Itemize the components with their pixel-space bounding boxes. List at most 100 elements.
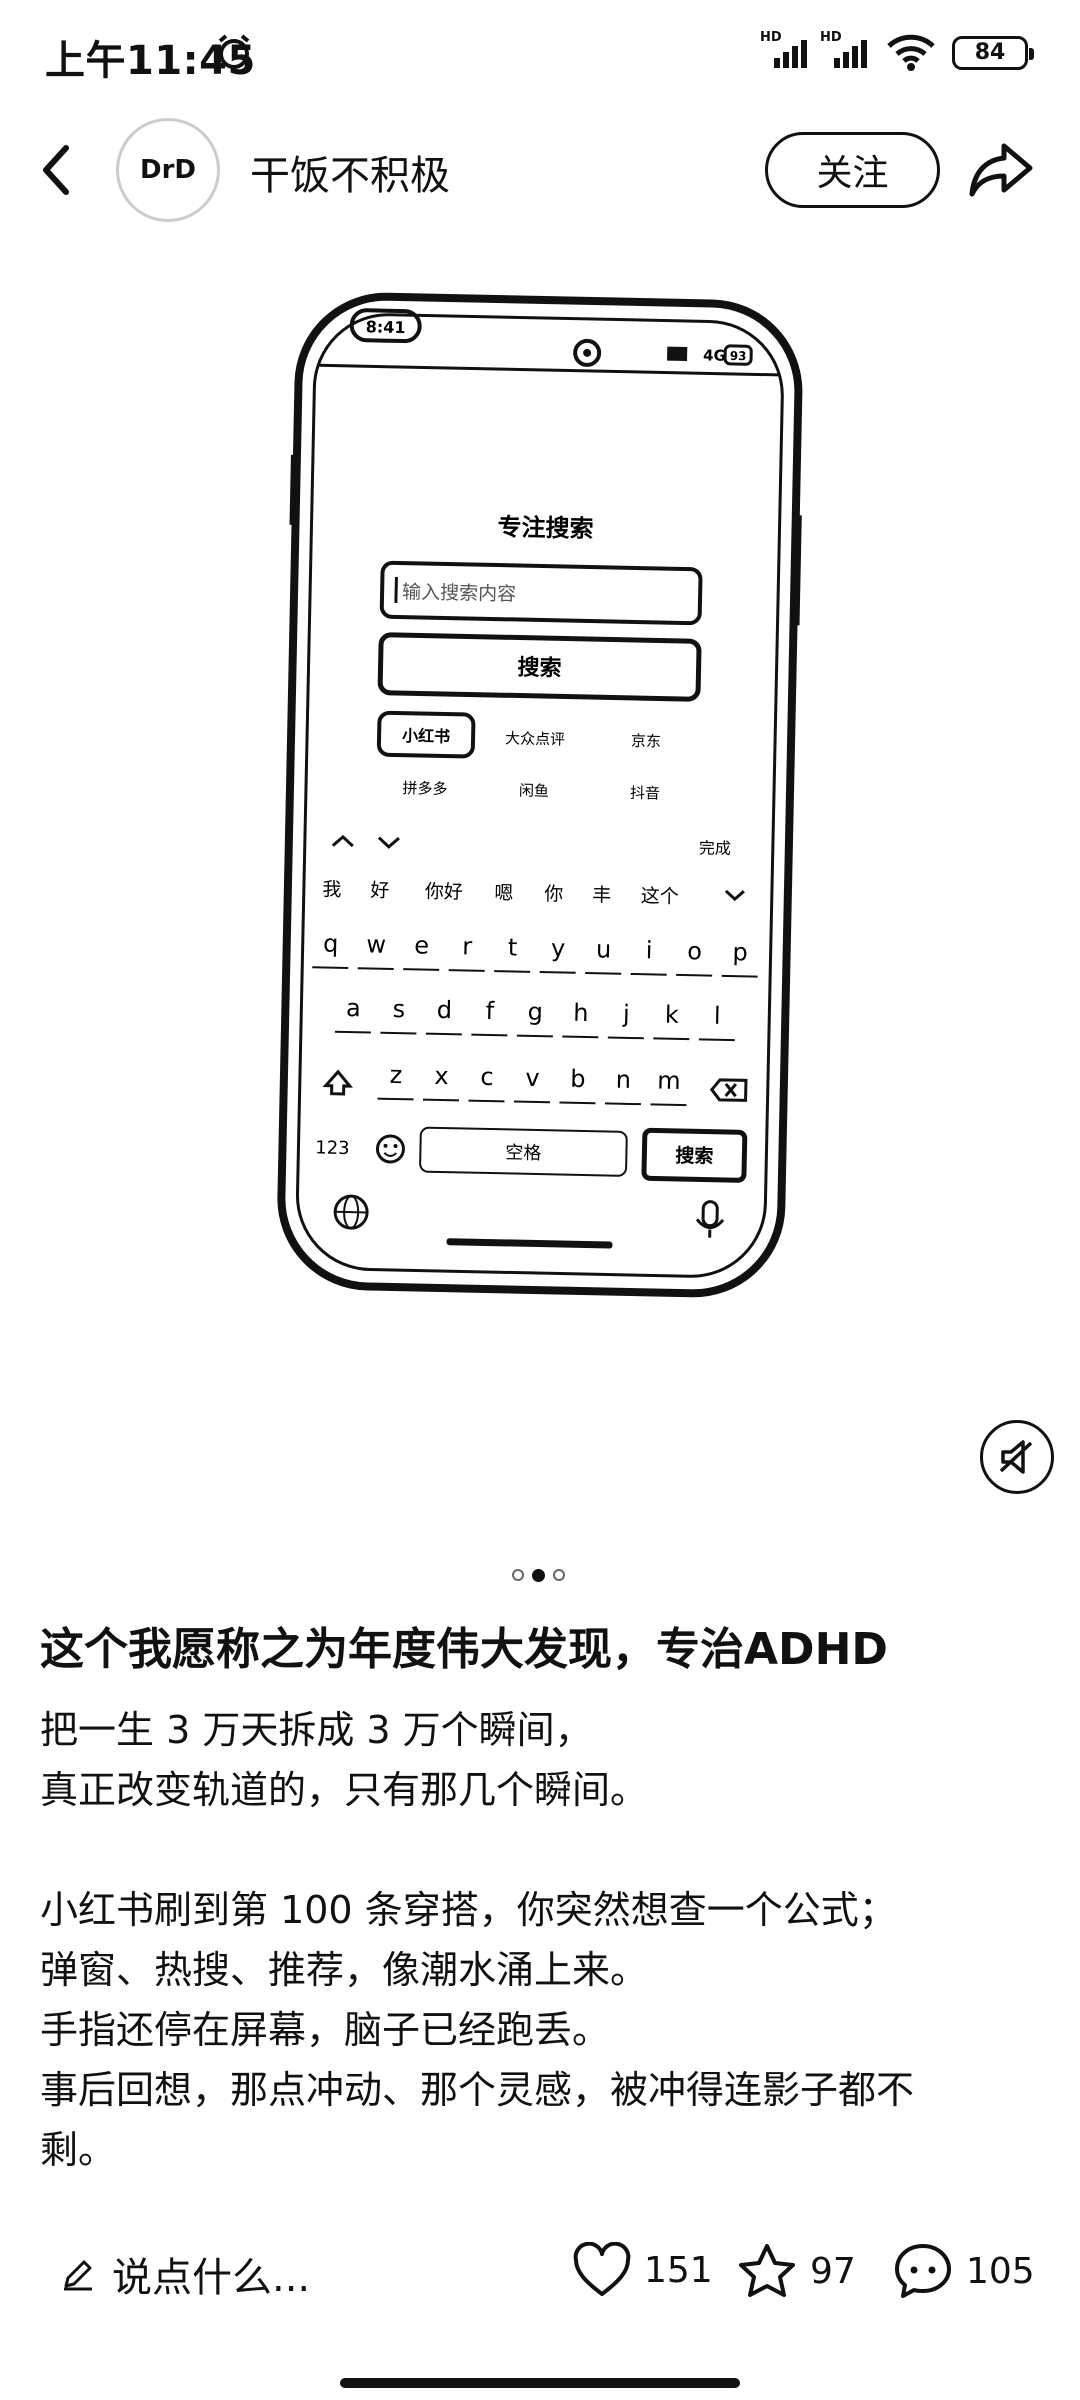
candidate-word: 好: [370, 879, 389, 901]
keyboard-key: v: [525, 1064, 540, 1092]
key-underline: [448, 969, 485, 972]
platform-chip: 京东: [631, 732, 661, 751]
platform-chip: 小红书: [402, 726, 450, 746]
key-underline: [516, 1034, 553, 1038]
key-underline: [471, 1033, 508, 1037]
key-underline: [559, 1101, 596, 1105]
keyboard-key: e: [414, 931, 429, 959]
keyboard-key: m: [657, 1067, 681, 1095]
keyboard-key: u: [596, 935, 612, 963]
key-underline: [562, 1035, 599, 1039]
key-underline: [377, 1097, 414, 1101]
key-underline: [357, 967, 394, 970]
mock-battery: 93: [730, 349, 747, 363]
platform-chip: 大众点评: [505, 729, 565, 748]
key-underline: [425, 1032, 462, 1036]
keyboard-key: y: [551, 934, 566, 962]
app-title: 专注搜索: [497, 513, 594, 543]
comment-placeholder: 说点什么...: [112, 2255, 311, 2301]
keyboard-key: b: [570, 1065, 586, 1093]
comment-input[interactable]: 说点什么...: [60, 2245, 310, 2303]
chevron-left-icon: [43, 145, 69, 195]
mute-button[interactable]: [980, 1420, 1054, 1494]
post-line: 真正改变轨道的，只有那几个瞬间。: [40, 1768, 649, 1812]
carousel-dot-active: [532, 1569, 545, 1582]
keyboard-key: c: [480, 1063, 494, 1091]
keyboard-key: f: [485, 997, 495, 1025]
keyboard-key: s: [392, 995, 405, 1023]
platform-chip: 拼多多: [402, 779, 447, 798]
keyboard-key: o: [687, 937, 702, 965]
post-line: 弹窗、热搜、推荐，像潮水涌上来。: [40, 1948, 649, 1992]
keyboard-key: t: [508, 933, 518, 961]
key-underline: [604, 1102, 641, 1106]
key-underline: [676, 973, 713, 977]
post-image[interactable]: 8:41 4G 93 专注搜索 输入搜索内容 搜索 小红书 大众点评 京东 拼多…: [0, 240, 1080, 1540]
cellular-signal-icon: HD: [820, 30, 870, 72]
key-underline: [653, 1037, 690, 1041]
keyboard-key: l: [714, 1002, 721, 1030]
key-underline: [403, 968, 440, 971]
key-space-label: 空格: [505, 1142, 541, 1164]
share-button[interactable]: [968, 140, 1034, 200]
platform-chip: 抖音: [630, 784, 660, 803]
hd-label: HD: [820, 30, 842, 45]
mock-search-label: 搜索: [517, 656, 562, 682]
keyboard-key: a: [346, 994, 361, 1022]
candidate-word: 你: [544, 883, 563, 905]
post-line: 手指还停在屏幕，脑子已经跑丢。: [40, 2008, 611, 2052]
key-underline: [630, 972, 667, 976]
pencil-icon: [64, 2260, 92, 2291]
post-body: 把一生 3 万天拆成 3 万个瞬间， 真正改变轨道的，只有那几个瞬间。 小红书刷…: [40, 1700, 1050, 2180]
carousel-dot: [512, 1569, 524, 1581]
key-underline: [494, 970, 531, 973]
post-line: [40, 1820, 1050, 1880]
back-button[interactable]: [36, 140, 76, 200]
comment-bubble-icon: [895, 2244, 951, 2298]
home-indicator[interactable]: [340, 2378, 740, 2388]
avatar-text: DrD: [140, 155, 196, 185]
keyboard-key: z: [389, 1061, 402, 1089]
candidate-word: 我: [322, 878, 341, 900]
keyboard-key: r: [462, 932, 473, 960]
speaker-mute-icon: [999, 1440, 1033, 1474]
like-button[interactable]: 151: [572, 2242, 713, 2298]
keyboard-key: i: [646, 936, 653, 964]
keyboard-key: d: [436, 996, 452, 1024]
post-line: 小红书刷到第 100 条穿搭，你突然想查一个公式；: [40, 1888, 897, 1932]
key-underline: [334, 1030, 371, 1034]
key-underline: [539, 971, 576, 974]
phone-drawing: 8:41 4G 93 专注搜索 输入搜索内容 搜索 小红书 大众点评 京东 拼多…: [277, 292, 803, 1298]
candidate-word: 这个: [641, 885, 679, 908]
keyboard-key: p: [732, 938, 748, 966]
candidate-word: 丰: [592, 884, 611, 906]
keyboard-key: x: [434, 1062, 449, 1090]
heart-icon: [573, 2242, 631, 2296]
key-underline: [380, 1031, 417, 1035]
mock-status-time: 8:41: [366, 317, 406, 337]
hd-label: HD: [760, 30, 782, 45]
carousel-dot: [553, 1569, 565, 1581]
comment-button[interactable]: 105: [892, 2242, 1035, 2300]
star-icon: [739, 2244, 795, 2297]
cellular-signal-icon: HD: [760, 30, 810, 72]
battery-indicator: 84: [952, 36, 1034, 70]
keyboard-key: q: [323, 929, 339, 957]
key-underline: [422, 1098, 460, 1102]
author-avatar[interactable]: DrD: [116, 118, 220, 222]
keyboard-key: n: [616, 1066, 632, 1094]
carousel-indicator: [512, 1569, 565, 1582]
collect-button[interactable]: 97: [736, 2242, 856, 2300]
mock-network: 4G: [703, 346, 726, 364]
key-underline: [468, 1099, 505, 1103]
key-underline: [698, 1038, 735, 1042]
key-underline: [585, 971, 622, 975]
key-123: 123: [315, 1137, 350, 1159]
author-name[interactable]: 干饭不积极: [250, 143, 450, 201]
like-count: 151: [644, 2249, 713, 2291]
alarm-icon: [215, 33, 253, 71]
follow-button[interactable]: 关注: [765, 132, 940, 208]
keyboard-key: w: [366, 930, 386, 958]
keyboard-key: g: [527, 998, 543, 1026]
key-underline: [650, 1103, 687, 1107]
